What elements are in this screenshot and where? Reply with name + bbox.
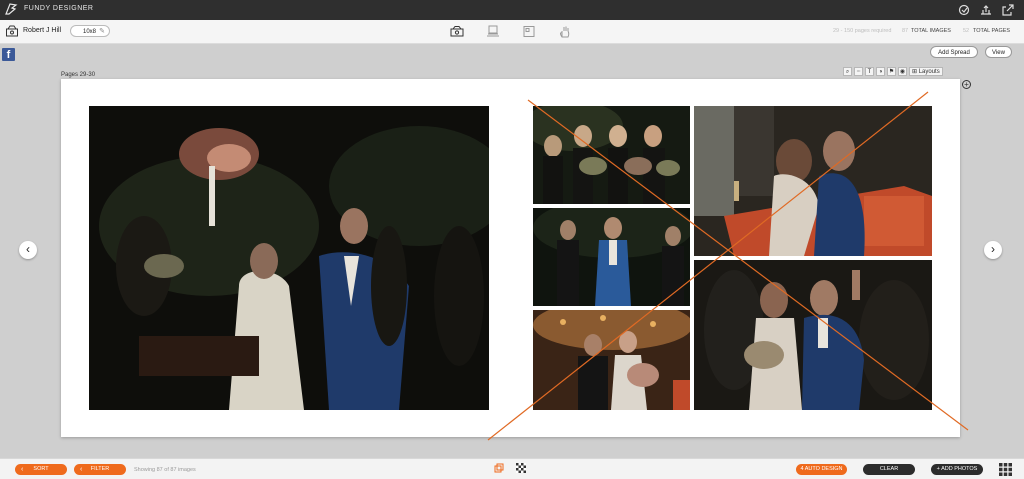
total-pages-count: 52	[963, 28, 970, 34]
layouts-label: Layouts	[918, 69, 940, 75]
photo-bridesmaids[interactable]	[533, 106, 690, 204]
bottom-bar: ‹ SORT ‹ FILTER Showing 87 of 87 images …	[0, 458, 1024, 479]
next-spread-button[interactable]: ›	[984, 241, 1002, 259]
album-spread	[61, 79, 960, 437]
photo-groomsmen[interactable]	[533, 208, 690, 306]
facebook-icon[interactable]: f	[2, 48, 15, 61]
total-images-label: TOTAL IMAGES	[911, 28, 951, 34]
ruler-icon[interactable]: ┄	[854, 67, 863, 76]
sort-button[interactable]: ‹ SORT	[15, 464, 67, 475]
sort-label: SORT	[33, 466, 49, 472]
spread-tools: ⌕ ┄ T ◑ ⚑ ◉ ⊞ Layouts	[843, 67, 943, 77]
filter-label: FILTER	[90, 466, 110, 472]
share-icon[interactable]	[979, 3, 993, 17]
view-button[interactable]: View	[985, 46, 1012, 58]
spellcheck-icon[interactable]	[957, 3, 971, 17]
photo-couple-couch[interactable]	[694, 106, 932, 256]
auto-design-button[interactable]: 4 AUTO DESIGN	[796, 464, 847, 475]
zoom-icon[interactable]: ⌕	[843, 67, 852, 76]
images-count-text: Showing 87 of 87 images	[134, 467, 196, 473]
pages-label: Pages 29-30	[61, 72, 96, 78]
layouts-button[interactable]: ⊞ Layouts	[909, 67, 943, 76]
eye-icon[interactable]: ◉	[898, 67, 907, 76]
total-images-count: 87	[902, 28, 909, 34]
grid-view-icon[interactable]	[999, 463, 1012, 476]
client-icon[interactable]	[5, 24, 19, 38]
add-spread-button[interactable]: Add Spread	[930, 46, 978, 58]
album-size-label: 10x8	[83, 29, 97, 35]
external-link-icon[interactable]	[1001, 3, 1015, 17]
chevron-left-icon: ‹	[80, 466, 83, 473]
filter-button[interactable]: ‹ FILTER	[74, 464, 126, 475]
photo-main-left[interactable]	[89, 106, 489, 410]
app-title: FUNDY DESIGNER	[24, 5, 94, 12]
chevron-left-icon: ‹	[21, 466, 24, 473]
add-photos-button[interactable]: + ADD PHOTOS	[931, 464, 983, 475]
photo-walking-aisle[interactable]	[533, 310, 690, 410]
hand-icon[interactable]	[558, 25, 572, 38]
total-pages-label: TOTAL PAGES	[973, 28, 1011, 34]
album-size-selector[interactable]: 10x8 ✎	[70, 25, 110, 37]
clear-button[interactable]: CLEAR	[863, 464, 915, 475]
proof-icon[interactable]	[486, 25, 500, 38]
checker-icon[interactable]	[516, 463, 526, 473]
fundy-logo-icon	[5, 3, 18, 15]
text-icon[interactable]: T	[865, 67, 874, 76]
prev-spread-button[interactable]: ‹	[19, 241, 37, 259]
pin-icon[interactable]: ⚑	[887, 67, 896, 76]
add-circle-icon[interactable]: +	[962, 80, 971, 89]
toolbar: Robert J Hill 10x8 ✎ 29 - 150 pages requ…	[0, 20, 1024, 44]
layout-icon[interactable]	[522, 25, 536, 38]
color-icon[interactable]: ◑	[876, 67, 885, 76]
client-name[interactable]: Robert J Hill	[23, 27, 61, 34]
title-bar: FUNDY DESIGNER	[0, 0, 1024, 20]
pencil-icon[interactable]: ✎	[99, 26, 105, 38]
pages-required: 29 - 150 pages required	[833, 28, 892, 34]
album-icon[interactable]	[450, 25, 464, 38]
stack-icon[interactable]	[494, 463, 504, 473]
photo-couple-celebration[interactable]	[694, 260, 932, 410]
